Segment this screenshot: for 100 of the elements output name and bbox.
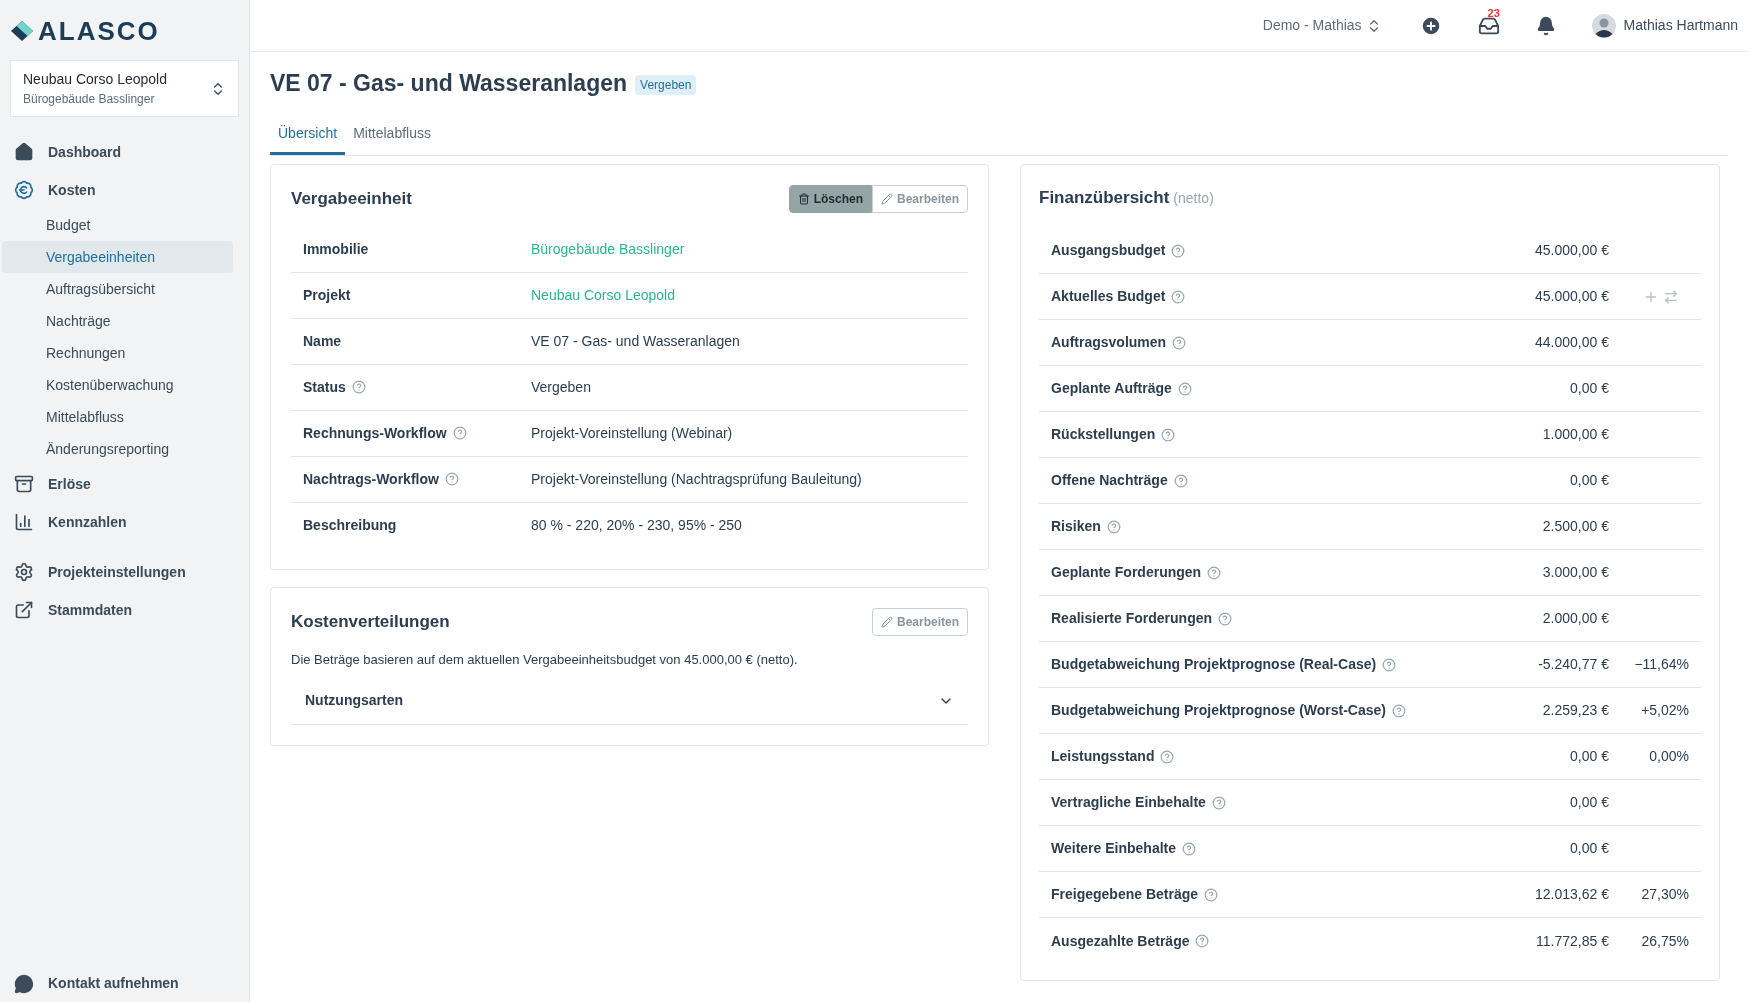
project-title: Neubau Corso Leopold — [23, 70, 167, 89]
finance-value: 44.000,00 € — [1534, 333, 1609, 352]
accordion-header[interactable]: Nutzungsarten — [291, 677, 968, 725]
finance-label: Offene Nachträge — [1051, 471, 1168, 490]
finance-value: 0,00 € — [1569, 793, 1609, 812]
notification-count: 23 — [1487, 5, 1500, 21]
finance-label: Aktuelles Budget — [1051, 287, 1166, 306]
transfer-icon[interactable] — [1663, 288, 1679, 305]
finance-value: 12.013,62 € — [1534, 885, 1609, 904]
sidebar-item[interactable]: Kosten — [2, 171, 247, 209]
finance-value: -5.240,77 € — [1537, 655, 1609, 674]
home-icon — [14, 142, 34, 162]
help-icon[interactable] — [1392, 703, 1406, 718]
field-value: Projekt-Voreinstellung (Webinar) — [531, 423, 733, 443]
finance-value: 45.000,00 € — [1534, 287, 1609, 306]
trash-icon — [797, 192, 810, 205]
finance-value: 2.000,00 € — [1541, 609, 1609, 628]
finance-label: Vertragliche Einbehalte — [1051, 793, 1206, 812]
sidebar-subitem[interactable]: Vergabeeinheiten — [2, 241, 233, 273]
external-link-icon — [14, 600, 34, 620]
page-title: VE 07 - Gas- und Wasseranlagen — [270, 69, 628, 98]
sidebar-item[interactable]: Projekteinstellungen — [2, 553, 247, 591]
help-icon[interactable] — [351, 380, 366, 394]
finance-label: Geplante Forderungen — [1051, 563, 1202, 582]
contact-link[interactable]: Kontakt aufnehmen — [48, 973, 179, 994]
chart-icon — [14, 512, 34, 532]
help-icon[interactable] — [1195, 934, 1210, 948]
sidebar-item[interactable]: Stammdaten — [2, 591, 247, 629]
sidebar-subitem[interactable]: Rechnungen — [2, 337, 233, 369]
finance-value: 0,00 € — [1569, 747, 1609, 766]
finance-label: Ausgezahlte Beträge — [1051, 931, 1190, 951]
help-icon[interactable] — [1173, 473, 1188, 488]
workspace-switcher[interactable]: Demo - Mathias — [1262, 15, 1382, 36]
add-icon[interactable] — [1419, 14, 1442, 37]
finance-percent: 0,00% — [1649, 747, 1689, 766]
finance-label: Auftragsvolumen — [1051, 333, 1167, 352]
finance-percent: 27,30% — [1641, 885, 1689, 904]
field-label: Projekt — [303, 285, 351, 305]
field-value: Projekt-Voreinstellung (Nachtragsprüfung Bauleitung) — [531, 469, 862, 489]
cost-icon — [14, 180, 34, 200]
help-icon[interactable] — [452, 426, 467, 440]
delete-button[interactable]: Löschen — [788, 184, 872, 213]
help-icon[interactable] — [1106, 519, 1121, 534]
help-icon[interactable] — [1211, 795, 1226, 810]
finance-value: 2.259,23 € — [1541, 701, 1609, 720]
finance-value: 2.500,00 € — [1541, 517, 1609, 536]
finance-label: Weitere Einbehalte — [1051, 839, 1176, 858]
avatar[interactable] — [1591, 13, 1616, 38]
sidebar-subitem[interactable]: Nachträge — [2, 305, 233, 337]
finance-label: Budgetabweichung Projektprognose (Real-Case) — [1051, 655, 1377, 674]
finance-value: 45.000,00 € — [1534, 241, 1609, 260]
finance-label: Rückstellungen — [1051, 425, 1156, 444]
field-label: Immobilie — [303, 239, 369, 259]
tab[interactable]: Mittelabfluss — [345, 114, 439, 155]
card-title: Finanzübersicht — [1039, 186, 1170, 209]
help-icon[interactable] — [1161, 427, 1176, 442]
field-label: Status — [303, 377, 346, 397]
sidebar-item[interactable]: Kennzahlen — [2, 503, 247, 541]
finance-label: Budgetabweichung Projektprognose (Worst-Case) — [1051, 701, 1386, 720]
pencil-icon — [880, 615, 893, 628]
help-icon[interactable] — [444, 472, 459, 486]
finance-value: 0,00 € — [1569, 839, 1609, 858]
project-switcher[interactable]: Neubau Corso Leopold Bürogebäude Basslinger — [10, 60, 239, 117]
sidebar-subitem[interactable]: Auftragsübersicht — [2, 273, 233, 305]
help-icon[interactable] — [1218, 611, 1233, 626]
finance-value: 0,00 € — [1569, 379, 1609, 398]
pencil-icon — [880, 192, 893, 205]
card-title: Vergabeeinheit — [291, 187, 412, 210]
help-icon[interactable] — [1177, 381, 1192, 396]
finance-percent: −11,64% — [1634, 655, 1689, 674]
finance-label: Ausgangsbudget — [1051, 241, 1166, 260]
finance-label: Realisierte Forderungen — [1051, 609, 1213, 628]
help-icon[interactable] — [1182, 841, 1196, 856]
sidebar-item[interactable]: Dashboard — [2, 133, 247, 171]
field-label: Rechnungs-Workflow — [303, 423, 447, 443]
sidebar-item[interactable]: Erlöse — [2, 465, 247, 503]
help-icon[interactable] — [1207, 565, 1222, 580]
sidebar-subitem[interactable]: Mittelabfluss — [2, 401, 233, 433]
logo-icon — [10, 20, 34, 42]
help-icon[interactable] — [1171, 243, 1186, 258]
field-value: 80 % - 220, 20% - 230, 95% - 250 — [531, 516, 742, 535]
card-title: Kostenverteilungen — [291, 610, 450, 633]
sidebar-subitem[interactable]: Kostenüberwachung — [2, 369, 233, 401]
user-name[interactable]: Mathias Hartmann — [1623, 15, 1738, 36]
help-icon[interactable] — [1160, 749, 1175, 764]
bell-icon[interactable] — [1535, 15, 1556, 36]
sidebar-subitem[interactable]: Änderungsreporting — [2, 433, 233, 465]
settings-icon — [14, 562, 34, 582]
help-icon[interactable] — [1382, 657, 1397, 672]
finance-label: Risiken — [1051, 517, 1101, 536]
finance-percent: +5,02% — [1641, 701, 1689, 720]
sidebar-subitem[interactable]: Budget — [2, 209, 233, 241]
field-value: VE 07 - Gas- und Wasseranlagen — [531, 331, 740, 351]
project-subtitle: Bürogebäude Basslinger — [23, 91, 156, 108]
chat-icon — [14, 973, 34, 994]
help-icon[interactable] — [1172, 335, 1187, 350]
tab[interactable]: Übersicht — [270, 114, 346, 155]
help-icon[interactable] — [1171, 289, 1186, 304]
help-icon[interactable] — [1204, 887, 1219, 902]
finance-percent: 26,75% — [1641, 931, 1689, 951]
